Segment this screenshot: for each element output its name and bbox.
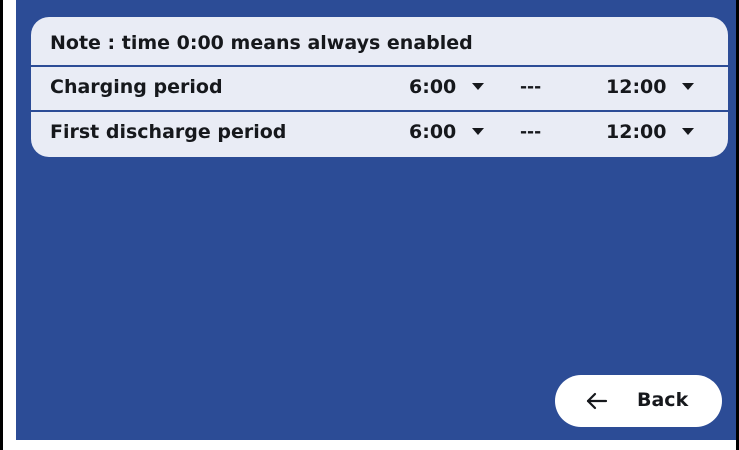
- settings-panel: Note : time 0:00 means always enabled Ch…: [31, 17, 728, 157]
- charging-start-value: 6:00: [409, 75, 457, 98]
- charging-end-select[interactable]: 12:00: [606, 75, 695, 98]
- chevron-down-icon: [682, 128, 695, 135]
- back-button-label: Back: [637, 389, 689, 411]
- period-separator: ---: [520, 76, 542, 97]
- discharge-start-value: 6:00: [409, 120, 457, 143]
- first-discharge-period-row: First discharge period 6:00 --- 12:00: [31, 110, 728, 153]
- charging-start-select[interactable]: 6:00: [409, 75, 485, 98]
- discharge-end-value: 12:00: [606, 120, 667, 143]
- chevron-down-icon: [472, 83, 485, 90]
- frame-border-left: [0, 0, 3, 450]
- charging-period-label: Charging period: [50, 75, 223, 98]
- screen: Note : time 0:00 means always enabled Ch…: [16, 0, 738, 440]
- discharge-end-select[interactable]: 12:00: [606, 120, 695, 143]
- charging-period-row: Charging period 6:00 --- 12:00: [31, 65, 728, 108]
- chevron-down-icon: [472, 128, 485, 135]
- chevron-down-icon: [682, 83, 695, 90]
- arrow-left-icon: [586, 392, 608, 410]
- back-button[interactable]: Back: [555, 375, 722, 427]
- period-separator: ---: [520, 121, 542, 142]
- first-discharge-period-label: First discharge period: [50, 120, 287, 143]
- note-text: Note : time 0:00 means always enabled: [50, 31, 473, 54]
- discharge-start-select[interactable]: 6:00: [409, 120, 485, 143]
- note-row: Note : time 0:00 means always enabled: [31, 21, 728, 64]
- charging-end-value: 12:00: [606, 75, 667, 98]
